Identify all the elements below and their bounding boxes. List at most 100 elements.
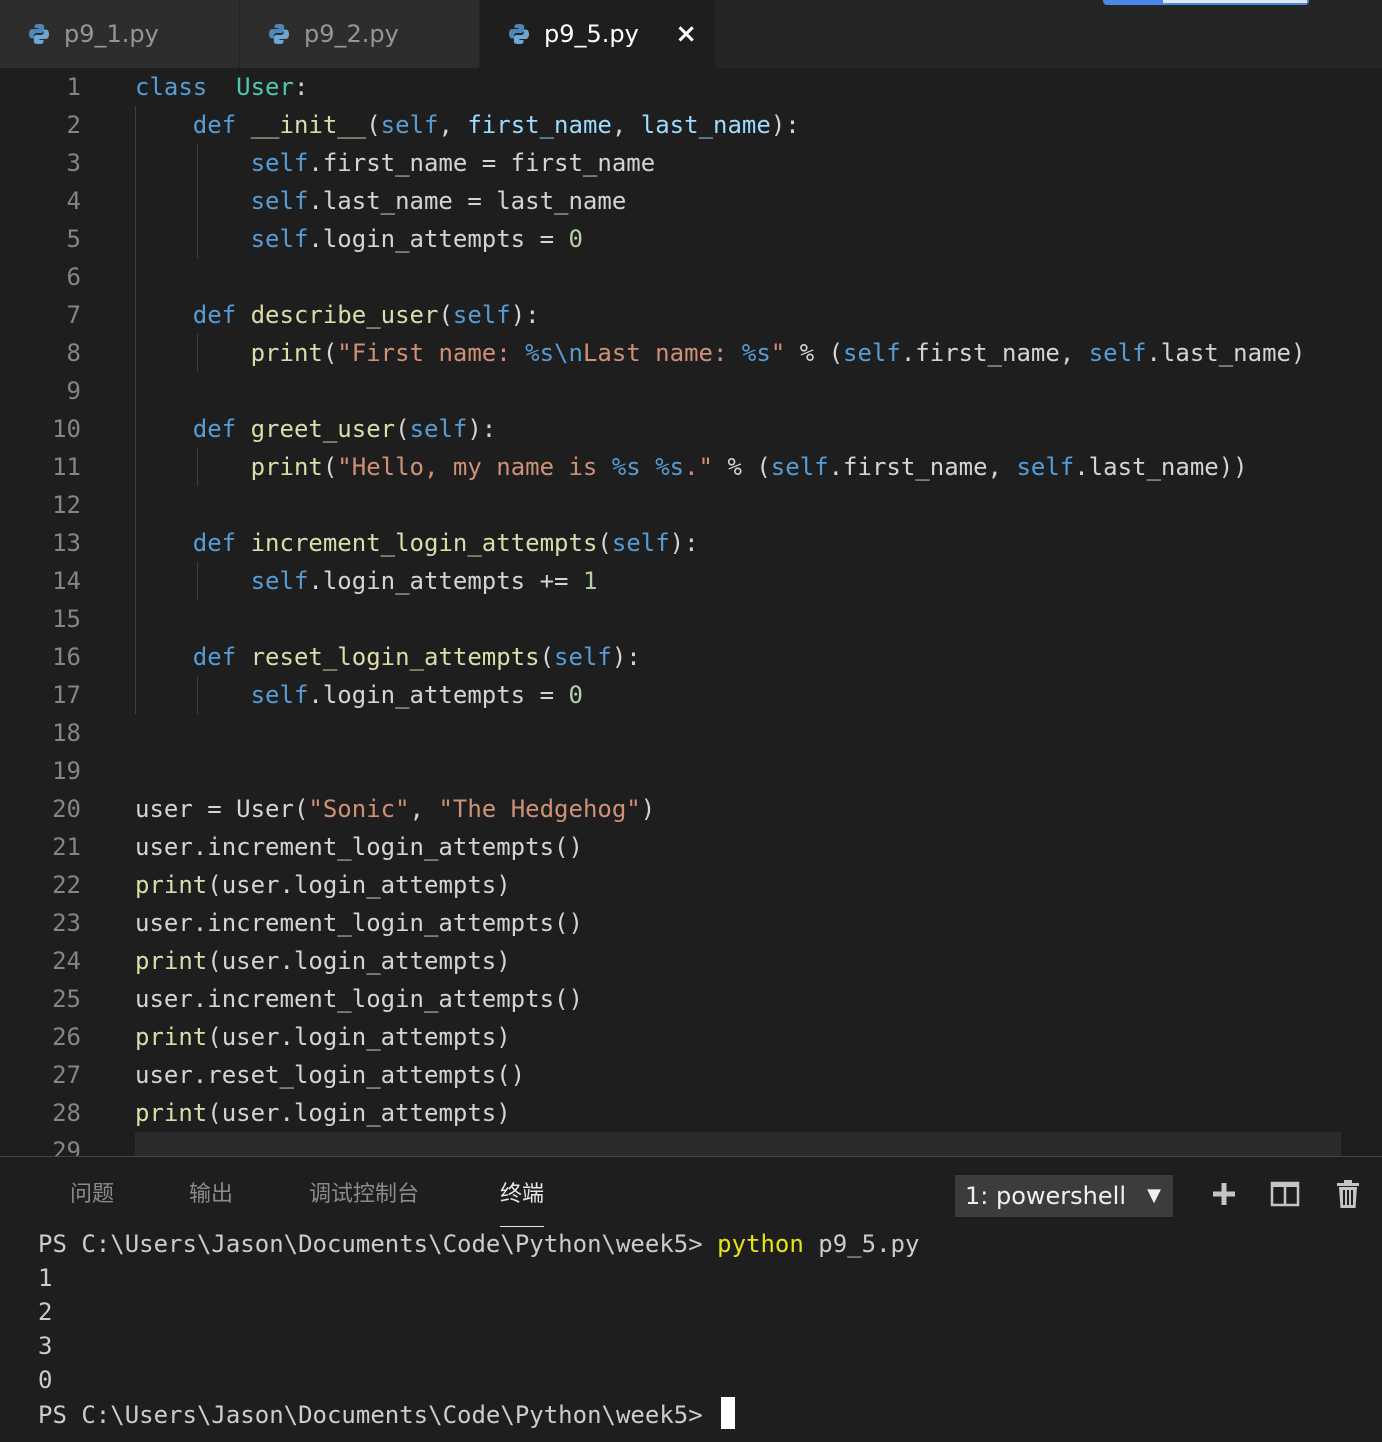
python-file-icon [269, 24, 289, 44]
code-line[interactable]: print(user.login_attempts) [135, 942, 511, 980]
terminal-select-value: 1: powershell [965, 1182, 1126, 1210]
code-token: greet_user [236, 415, 396, 443]
line-number: 8 [66, 339, 81, 367]
code-line[interactable]: user.increment_login_attempts() [135, 828, 583, 866]
tab-output[interactable]: 输出 [189, 1177, 233, 1217]
code-token: .last_name) [1146, 339, 1306, 367]
code-token: ): [467, 415, 497, 443]
code-token: print [135, 947, 208, 975]
tab-debug-console[interactable]: 调试控制台 [309, 1177, 419, 1217]
code-token: ) [640, 795, 656, 823]
line-number: 1 [66, 73, 81, 101]
tab-p9-5[interactable]: p9_5.py × [480, 0, 716, 68]
code-token: %s\n [525, 339, 583, 367]
code-token: % ( [713, 453, 771, 481]
code-token: % ( [785, 339, 844, 367]
code-token: ( [322, 453, 338, 481]
code-line[interactable]: def greet_user(self): [135, 410, 496, 448]
code-token: self [611, 529, 670, 557]
code-token: self [250, 149, 309, 177]
code-line[interactable]: print(user.login_attempts) [135, 1094, 511, 1132]
code-line[interactable]: self.login_attempts = 0 [135, 220, 583, 258]
line-number: 27 [52, 1061, 81, 1089]
code-line[interactable]: self.login_attempts = 0 [135, 676, 583, 714]
terminal-output-line: 3 [38, 1332, 53, 1360]
code-token: , [438, 111, 468, 139]
code-token: print [250, 339, 323, 367]
code-line[interactable]: user.reset_login_attempts() [135, 1056, 525, 1094]
code-line[interactable]: user.increment_login_attempts() [135, 904, 583, 942]
line-number: 14 [52, 567, 81, 595]
tab-p9-1[interactable]: p9_1.py [0, 0, 240, 68]
tab-label: p9_1.py [64, 20, 159, 48]
tab-p9-2[interactable]: p9_2.py [240, 0, 480, 68]
terminal-output-line: 1 [38, 1264, 53, 1292]
code-line[interactable]: self.login_attempts += 1 [135, 562, 598, 600]
code-token: self [250, 225, 309, 253]
line-number: 24 [52, 947, 81, 975]
code-line[interactable]: print("First name: %s\nLast name: %s" % … [135, 334, 1306, 372]
horizontal-scrollbar[interactable] [135, 1132, 1341, 1156]
terminal-select[interactable]: 1: powershell ▼ [955, 1175, 1173, 1217]
code-token: 0 [568, 681, 583, 709]
code-token: increment_login_attempts [236, 529, 598, 557]
line-number: 17 [52, 681, 81, 709]
code-token: print [135, 1099, 208, 1127]
code-token: ( [322, 339, 338, 367]
code-token: ): [611, 643, 641, 671]
plus-icon[interactable] [1209, 1177, 1239, 1211]
terminal-prompt: PS C:\Users\Jason\Documents\Code\Python\… [38, 1401, 718, 1429]
code-token: print [250, 453, 323, 481]
code-token: def [192, 111, 237, 139]
code-token: self [380, 111, 439, 139]
code-token: def [192, 529, 237, 557]
line-number: 21 [52, 833, 81, 861]
bottom-panel: 问题 输出 调试控制台 终端 1: powershell ▼ PS C:\Use… [0, 1156, 1382, 1442]
terminal-output-line: 0 [38, 1366, 53, 1394]
code-token: ( [366, 111, 381, 139]
split-icon[interactable] [1270, 1177, 1300, 1211]
code-line[interactable]: print("Hello, my name is %s %s." % (self… [135, 448, 1248, 486]
code-token: self [770, 453, 829, 481]
code-token: self [1016, 453, 1075, 481]
code-token: .last_name = last_name [308, 187, 627, 215]
tab-problems[interactable]: 问题 [70, 1177, 114, 1217]
code-token: User [236, 73, 294, 101]
code-line[interactable]: self.first_name = first_name [135, 144, 656, 182]
terminal-command-arg: p9_5.py [803, 1230, 920, 1258]
code-token: def [192, 415, 237, 443]
trash-icon[interactable] [1333, 1177, 1363, 1211]
code-editor[interactable]: 1 2 3 4 5 6 7 8 9 10 11 12 13 14 15 16 17 18 19 20 21 22 23 24 2… [0, 68, 1382, 1156]
close-icon[interactable]: × [675, 0, 697, 68]
code-line[interactable]: print(user.login_attempts) [135, 866, 511, 904]
line-number: 3 [66, 149, 81, 177]
code-line[interactable]: class User: [135, 68, 308, 106]
code-line[interactable]: def increment_login_attempts(self): [135, 524, 699, 562]
code-token: user.increment_login_attempts() [135, 833, 583, 861]
code-line[interactable]: def reset_login_attempts(self): [135, 638, 641, 676]
tab-label: p9_5.py [544, 20, 639, 48]
code-line[interactable]: self.last_name = last_name [135, 182, 627, 220]
code-token: self [250, 187, 309, 215]
code-token: .last_name)) [1074, 453, 1248, 481]
code-token: self [843, 339, 901, 367]
terminal-prompt-line[interactable]: PS C:\Users\Jason\Documents\Code\Python\… [38, 1397, 736, 1431]
code-token: "The Hedgehog" [438, 795, 641, 823]
tab-terminal[interactable]: 终端 [500, 1177, 545, 1227]
code-token: self [409, 415, 468, 443]
code-line[interactable]: print(user.login_attempts) [135, 1018, 511, 1056]
code-line[interactable]: def describe_user(self): [135, 296, 540, 334]
code-token: ( [395, 415, 410, 443]
line-number: 19 [52, 757, 81, 785]
code-line[interactable]: user = User("Sonic", "The Hedgehog") [135, 790, 655, 828]
code-token: ): [510, 301, 540, 329]
line-number: 25 [52, 985, 81, 1013]
code-line[interactable]: user.increment_login_attempts() [135, 980, 583, 1018]
code-line[interactable]: def __init__(self, first_name, last_name… [135, 106, 800, 144]
